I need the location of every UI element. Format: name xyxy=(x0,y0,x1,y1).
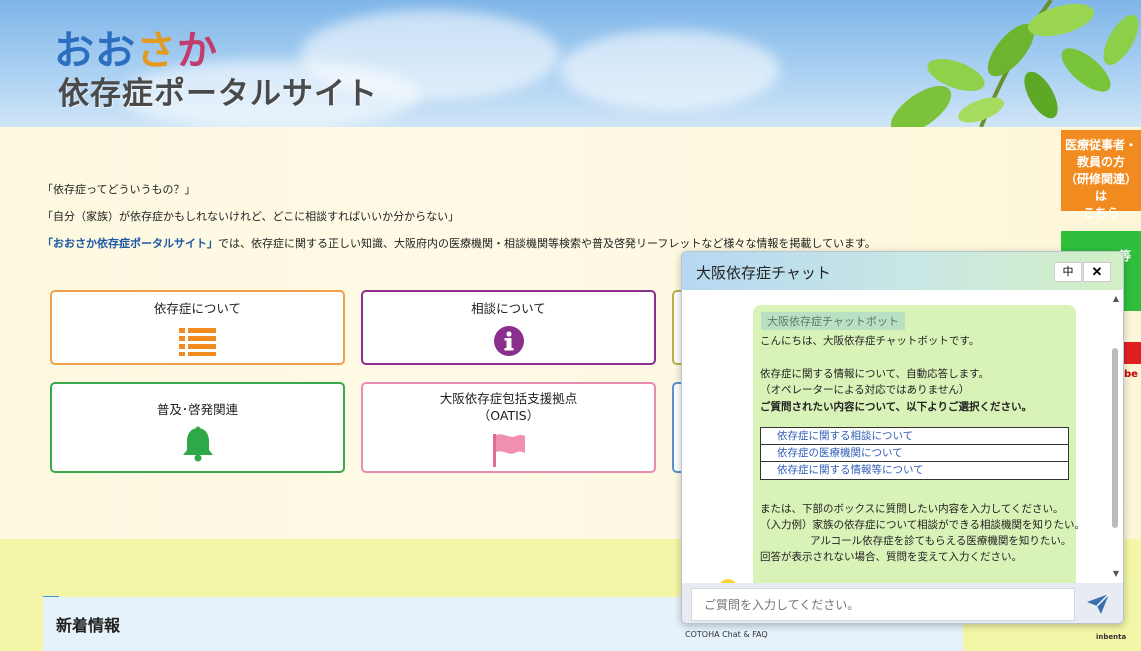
card-awareness[interactable]: 普及･啓発関連 xyxy=(50,382,345,473)
bot-info-line-2: （オペレーターによる対応ではありません） xyxy=(760,384,970,396)
youtube-tab[interactable] xyxy=(1121,342,1141,364)
card-oatis[interactable]: 大阪依存症包括支援拠点 （OATIS） xyxy=(361,382,656,473)
bot-alt-line-2: 回答が表示されない場合、質問を変えて入力ください。 xyxy=(760,551,1022,563)
intro-line-1: 「依存症ってどういうもの？」 xyxy=(42,183,196,196)
chat-options-list: 依存症に関する相談について 依存症の医療機関について 依存症に関する情報等につい… xyxy=(760,427,1069,480)
bot-message-bubble: 大阪依存症チャットボット こんにちは、大阪依存症チャットボットです。 依存症に関… xyxy=(753,305,1085,595)
chat-widget: 大阪依存症チャット 中 ✕ 大阪依存症チャットボット こんにちは、大阪依存症チャ… xyxy=(681,251,1124,624)
flag-icon xyxy=(492,434,525,467)
tab-line: （研修関連）は xyxy=(1064,172,1137,203)
card-title-line-2: （OATIS） xyxy=(477,408,540,423)
intro-line-2: 「自分（家族）が依存症かもしれないけれど、どこに相談すればいいか分からない」 xyxy=(42,210,460,223)
portal-name: 「おおさか依存症ポータルサイト」 xyxy=(42,237,218,250)
chat-footer-brand: COTOHA Chat & FAQ xyxy=(685,630,768,639)
chat-input[interactable] xyxy=(691,588,1075,621)
list-icon xyxy=(178,328,216,356)
tab-line: 医療従事者・ xyxy=(1064,138,1137,152)
news-title: 新着情報 xyxy=(56,616,121,635)
card-title: 大阪依存症包括支援拠点 （OATIS） xyxy=(363,390,654,424)
bell-icon xyxy=(182,426,213,462)
chat-scrollbar-thumb[interactable] xyxy=(1112,348,1118,528)
bot-name-tag: 大阪依存症チャットボット xyxy=(761,312,905,330)
card-title: 依存症について xyxy=(153,301,242,316)
chat-title: 大阪依存症チャット xyxy=(696,264,831,282)
youtube-tab-label: be xyxy=(1124,369,1138,380)
card-title: 相談について xyxy=(471,301,546,316)
card-title: 普及･啓発関連 xyxy=(156,402,239,417)
chat-option-medical[interactable]: 依存症の医療機関について xyxy=(761,445,1068,462)
chat-close-button[interactable]: ✕ xyxy=(1083,262,1111,282)
medical-staff-tab[interactable]: 医療従事者・ 教員の方 （研修関連）は こちら xyxy=(1061,130,1141,220)
bot-greeting: こんにちは、大阪依存症チャットボットです。 xyxy=(760,335,980,347)
chat-body[interactable]: 大阪依存症チャットボット こんにちは、大阪依存症チャットボットです。 依存症に関… xyxy=(682,290,1123,595)
leaves-decoration xyxy=(890,0,1139,127)
tab-line: こちら xyxy=(1082,206,1119,220)
chat-input-row xyxy=(682,583,1123,623)
scroll-down-arrow[interactable]: ▼ xyxy=(1113,569,1119,578)
bot-alt-line: または、下部のボックスに質問したい内容を入力してください。 xyxy=(760,503,1064,515)
send-icon[interactable] xyxy=(1086,593,1110,615)
card-title-line-1: 大阪依存症包括支援拠点 xyxy=(439,391,578,406)
bot-info-line-1: 依存症に関する情報について、自動応答します。 xyxy=(760,368,990,380)
intro-line-3-text: では、依存症に関する正しい知識、大阪府内の医療機関・相談機関等検索や普及啓発リー… xyxy=(218,237,876,250)
tab-line: 教員の方 xyxy=(1076,155,1125,169)
info-icon xyxy=(493,326,524,356)
chat-size-button[interactable]: 中 xyxy=(1054,262,1082,282)
site-header: おおさか 依存症ポータルサイト xyxy=(0,0,1141,127)
card-about-addiction[interactable]: 依存症について xyxy=(50,290,345,365)
scroll-up-arrow[interactable]: ▲ xyxy=(1113,294,1119,303)
card-consultation[interactable]: 相談について xyxy=(361,290,656,365)
chat-header: 大阪依存症チャット 中 ✕ xyxy=(682,252,1123,290)
chat-option-information[interactable]: 依存症に関する情報等について xyxy=(761,462,1068,479)
site-subtitle: 依存症ポータルサイト xyxy=(58,76,378,112)
chat-option-consultation[interactable]: 依存症に関する相談について xyxy=(761,428,1068,445)
cloud-decoration xyxy=(560,30,780,110)
bot-prompt: ご質問されたい内容について、以下よりご選択ください。 xyxy=(760,401,1032,413)
bot-example-1: （入力例）家族の依存症について相談ができる相談機関を知りたい。 xyxy=(760,519,1085,531)
intro-line-3: 「おおさか依存症ポータルサイト」では、依存症に関する正しい知識、大阪府内の医療機… xyxy=(42,235,876,251)
chat-footer-vendor: inbenta xyxy=(1096,633,1127,641)
bot-example-2: アルコール依存症を診てもらえる医療機関を知りたい。 xyxy=(810,535,1072,547)
